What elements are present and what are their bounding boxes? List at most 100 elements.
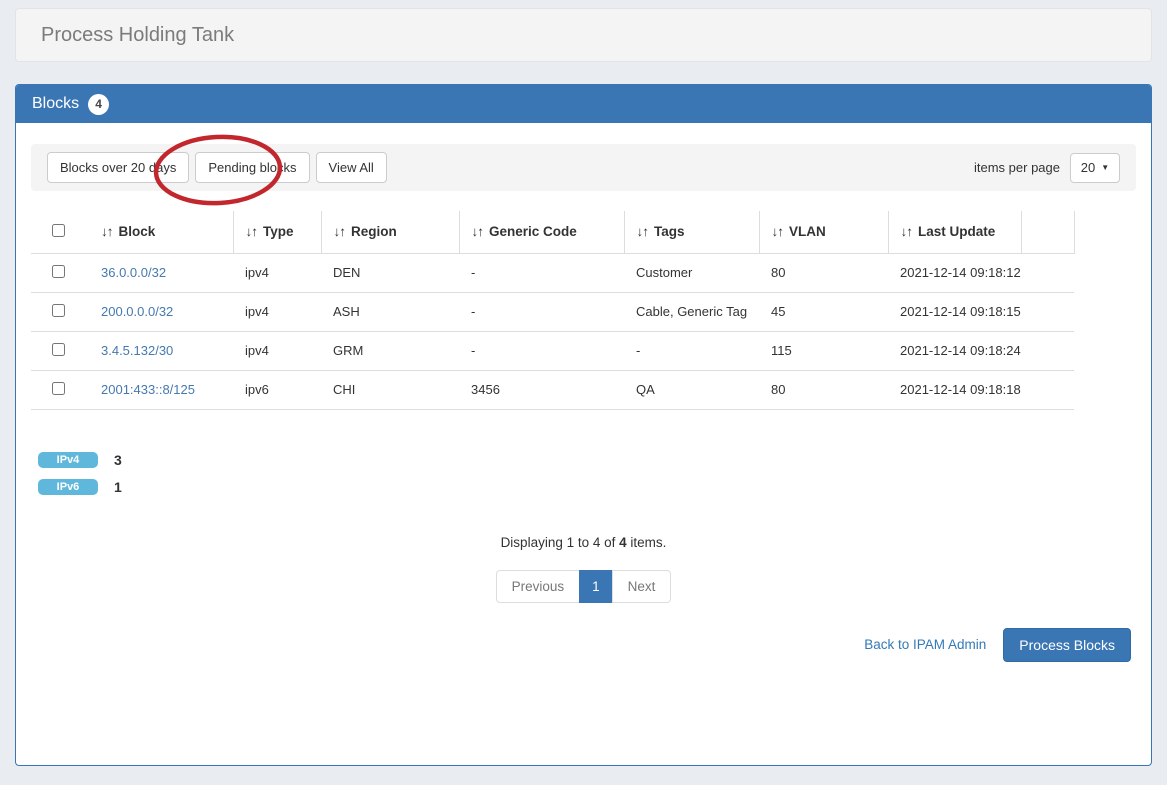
previous-page-button[interactable]: Previous: [496, 570, 581, 603]
ipv4-summary-row: IPv4 3: [31, 452, 1136, 468]
block-cell: 3.4.5.132/30: [89, 331, 233, 370]
vlan-cell: 80: [759, 253, 888, 292]
display-info-suffix: items.: [627, 535, 667, 550]
pagination: Previous 1 Next: [496, 570, 672, 603]
view-all-button[interactable]: View All: [316, 152, 387, 183]
sort-icon: ↓↑: [246, 224, 258, 239]
region-cell: CHI: [321, 370, 459, 409]
type-cell: ipv4: [233, 253, 321, 292]
column-label: Region: [351, 224, 397, 239]
ipv6-count: 1: [114, 479, 122, 495]
last-update-cell: 2021-12-14 09:18:15: [888, 292, 1021, 331]
table-row: 36.0.0.0/32 ipv4 DEN - Customer 80 2021-…: [31, 253, 1074, 292]
page-1-button[interactable]: 1: [579, 570, 613, 603]
column-label: VLAN: [789, 224, 826, 239]
region-cell: DEN: [321, 253, 459, 292]
display-info: Displaying 1 to 4 of 4 items.: [31, 535, 1136, 550]
generic-code-cell: -: [459, 331, 624, 370]
generic-code-cell: -: [459, 292, 624, 331]
column-label: Block: [119, 224, 156, 239]
generic-code-cell: 3456: [459, 370, 624, 409]
filter-button-group: Blocks over 20 days Pending blocks View …: [47, 152, 387, 183]
column-header-empty: [1021, 211, 1074, 253]
type-cell: ipv4: [233, 292, 321, 331]
empty-cell: [1021, 370, 1074, 409]
chevron-down-icon: ▼: [1101, 163, 1109, 172]
column-header-generic-code[interactable]: ↓↑Generic Code: [459, 211, 624, 253]
block-cell: 36.0.0.0/32: [89, 253, 233, 292]
generic-code-cell: -: [459, 253, 624, 292]
items-per-page-value: 20: [1081, 160, 1095, 175]
row-checkbox[interactable]: [52, 304, 65, 317]
table-row: 3.4.5.132/30 ipv4 GRM - - 115 2021-12-14…: [31, 331, 1074, 370]
column-header-block[interactable]: ↓↑ Block: [89, 211, 233, 253]
tags-cell: -: [624, 331, 759, 370]
column-header-last-update[interactable]: ↓↑ Last Update: [888, 211, 1021, 253]
blocks-panel-body: Blocks over 20 days Pending blocks View …: [16, 123, 1151, 765]
pagination-wrap: Previous 1 Next: [31, 570, 1136, 603]
vlan-cell: 115: [759, 331, 888, 370]
tags-cell: Cable, Generic Tag: [624, 292, 759, 331]
sort-icon: ↓↑: [101, 224, 113, 239]
vlan-cell: 45: [759, 292, 888, 331]
row-checkbox[interactable]: [52, 343, 65, 356]
empty-cell: [1021, 253, 1074, 292]
column-header-region[interactable]: ↓↑Region: [321, 211, 459, 253]
blocks-table: ↓↑Block ↓↑Type ↓↑Region ↓↑Generic Code ↓…: [31, 211, 1075, 410]
column-label: Tags: [654, 224, 685, 239]
region-cell: ASH: [321, 292, 459, 331]
ipv6-summary-row: IPv6 1: [31, 479, 1136, 495]
tags-cell: Customer: [624, 253, 759, 292]
display-info-total: 4: [619, 535, 627, 550]
last-update-cell: 2021-12-14 09:18:24: [888, 331, 1021, 370]
block-link[interactable]: 36.0.0.0/32: [101, 265, 166, 280]
sort-icon: ↓↑: [472, 224, 484, 239]
next-page-button[interactable]: Next: [612, 570, 672, 603]
blocks-over-20-days-button[interactable]: Blocks over 20 days: [47, 152, 189, 183]
row-checkbox-cell: [31, 292, 89, 331]
page-title: Process Holding Tank: [41, 24, 234, 47]
block-link[interactable]: 200.0.0.0/32: [101, 304, 173, 319]
column-header-type[interactable]: ↓↑ Type: [233, 211, 321, 253]
pending-blocks-button[interactable]: Pending blocks: [195, 152, 309, 183]
items-per-page-label: items per page: [974, 160, 1060, 175]
sort-icon: ↓↑: [901, 224, 913, 239]
items-per-page-select[interactable]: 20 ▼: [1070, 153, 1120, 183]
type-cell: ipv4: [233, 331, 321, 370]
blocks-panel: Blocks 4 Blocks over 20 days Pending blo…: [15, 84, 1152, 766]
column-label: Last Update: [918, 224, 995, 239]
row-checkbox[interactable]: [52, 382, 65, 395]
column-header-vlan[interactable]: ↓↑ VLAN: [759, 211, 888, 253]
footer-actions: Back to IPAM Admin Process Blocks: [31, 628, 1136, 662]
empty-cell: [1021, 292, 1074, 331]
blocks-count-badge: 4: [88, 94, 109, 115]
block-cell: 2001:433::8/125: [89, 370, 233, 409]
items-per-page-group: items per page 20 ▼: [974, 153, 1120, 183]
display-info-prefix: Displaying 1 to 4 of: [501, 535, 620, 550]
select-all-checkbox[interactable]: [52, 224, 65, 237]
column-label: Type: [263, 224, 294, 239]
row-checkbox[interactable]: [52, 265, 65, 278]
sort-icon: ↓↑: [637, 224, 649, 239]
ipv4-badge: IPv4: [38, 452, 98, 468]
vlan-cell: 80: [759, 370, 888, 409]
table-row: 2001:433::8/125 ipv6 CHI 3456 QA 80 2021…: [31, 370, 1074, 409]
row-checkbox-cell: [31, 331, 89, 370]
sort-icon: ↓↑: [772, 224, 784, 239]
region-cell: GRM: [321, 331, 459, 370]
panel-title: Blocks: [32, 95, 79, 113]
block-link[interactable]: 3.4.5.132/30: [101, 343, 173, 358]
ipv4-count: 3: [114, 452, 122, 468]
row-checkbox-cell: [31, 253, 89, 292]
ipv6-badge: IPv6: [38, 479, 98, 495]
back-to-ipam-admin-link[interactable]: Back to IPAM Admin: [864, 637, 986, 652]
column-header-tags[interactable]: ↓↑ Tags: [624, 211, 759, 253]
last-update-cell: 2021-12-14 09:18:18: [888, 370, 1021, 409]
block-link[interactable]: 2001:433::8/125: [101, 382, 195, 397]
tags-cell: QA: [624, 370, 759, 409]
block-cell: 200.0.0.0/32: [89, 292, 233, 331]
ip-summary: IPv4 3 IPv6 1: [31, 452, 1136, 495]
process-blocks-button[interactable]: Process Blocks: [1003, 628, 1131, 662]
filter-toolbar: Blocks over 20 days Pending blocks View …: [31, 144, 1136, 191]
table-row: 200.0.0.0/32 ipv4 ASH - Cable, Generic T…: [31, 292, 1074, 331]
